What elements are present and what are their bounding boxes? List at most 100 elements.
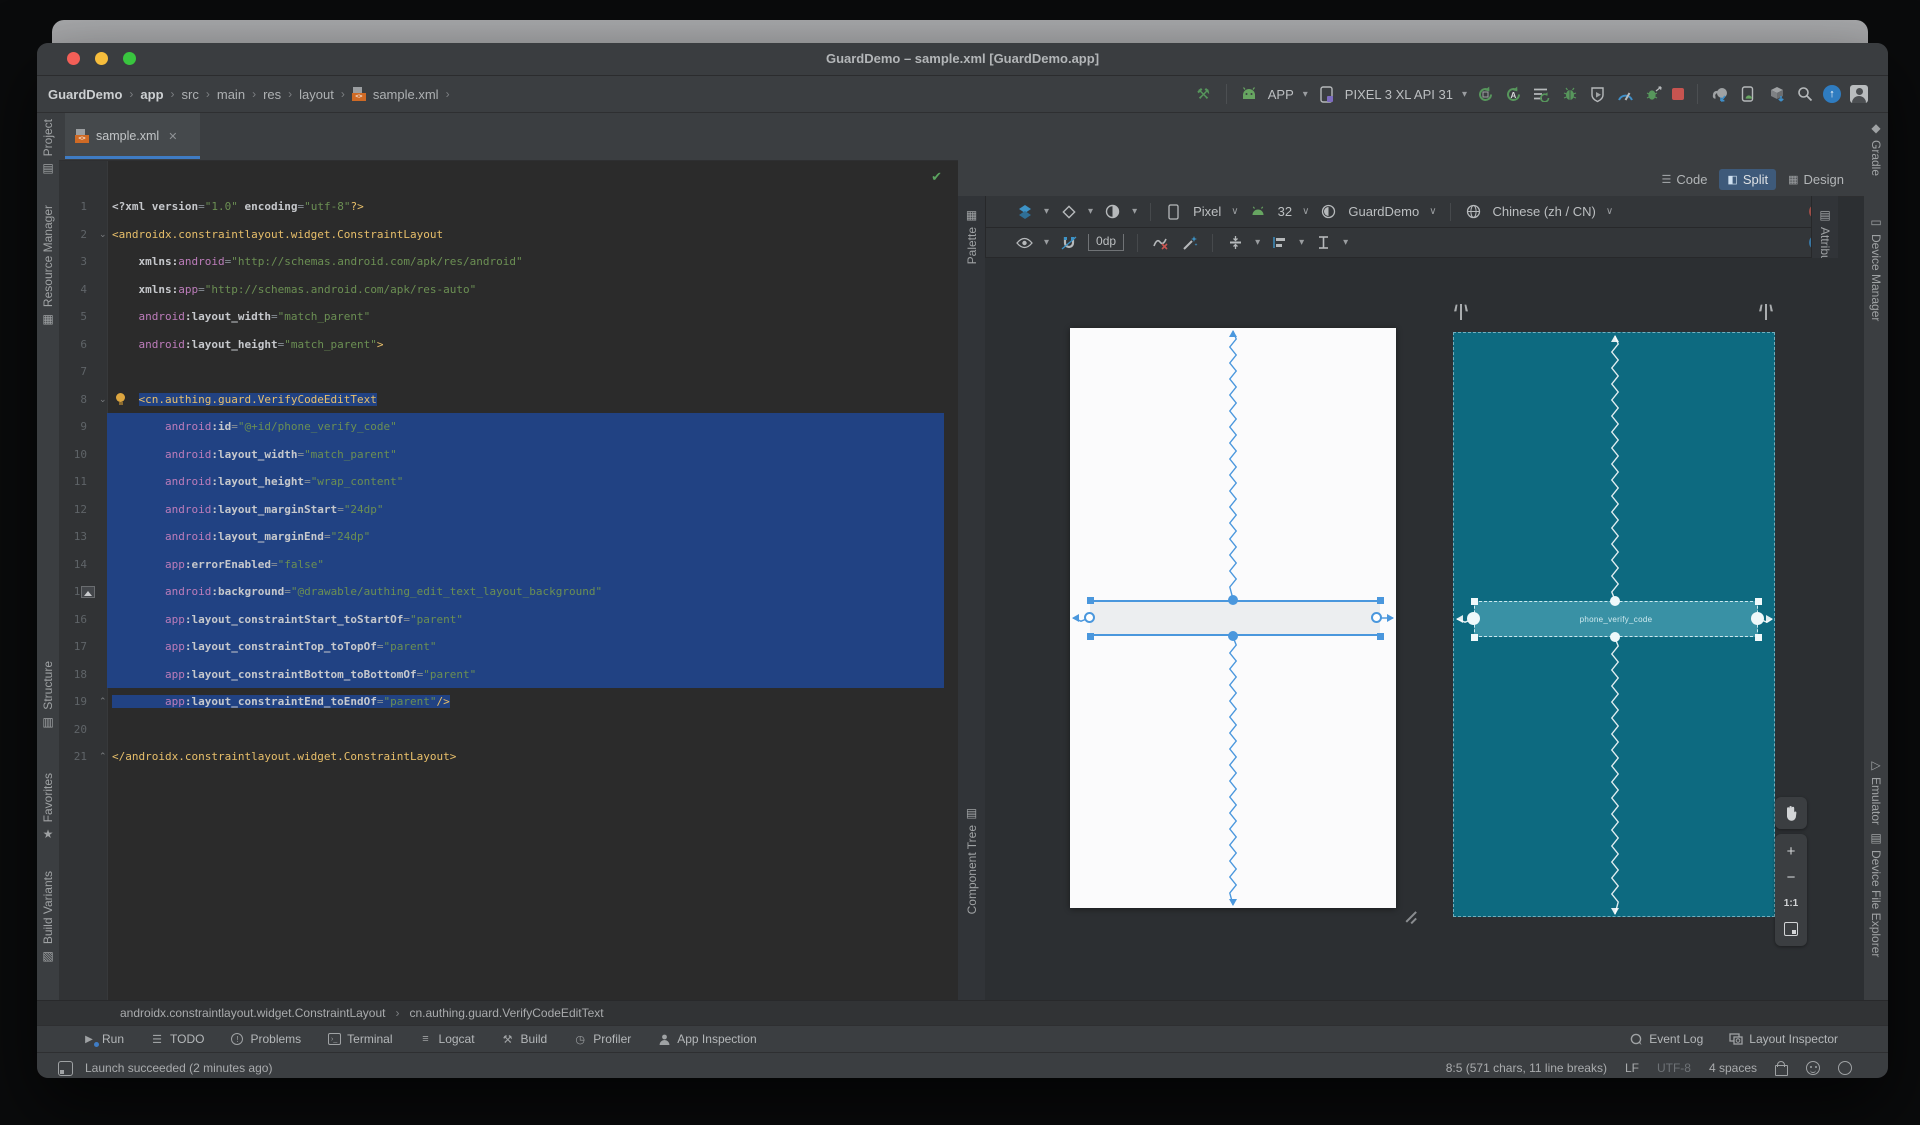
chevron-down-icon[interactable]: ∨ [1302, 206, 1309, 217]
blueprint-phone[interactable]: phone_verify_code [1453, 332, 1775, 917]
sdk-manager-icon[interactable] [1767, 85, 1786, 104]
pan-hand-button[interactable] [1775, 797, 1807, 829]
run-with-profile-icon[interactable] [1532, 85, 1551, 104]
chevron-down-icon[interactable]: ∨ [1606, 206, 1613, 217]
pack-icon[interactable] [1226, 233, 1245, 252]
sidebar-item-device-manager[interactable]: ▭ Device Manager [1864, 215, 1888, 321]
toolwindow-build[interactable]: ⚒ Build [501, 1032, 548, 1046]
clear-constraints-icon[interactable] [1151, 233, 1170, 252]
toolwindow-terminal[interactable]: ›_ Terminal [327, 1032, 393, 1046]
sidebar-item-device-file-explorer[interactable]: ▤ Device File Explorer [1864, 831, 1888, 957]
api-level-select[interactable]: 32 [1278, 204, 1292, 219]
resize-handle[interactable] [1754, 633, 1762, 641]
chevron-down-icon[interactable]: ▾ [1462, 89, 1467, 100]
toolwindow-app-inspection[interactable]: App Inspection [657, 1032, 757, 1046]
indent-indicator[interactable]: 4 spaces [1709, 1061, 1757, 1075]
view-mode-split[interactable]: ◧ Split [1719, 169, 1777, 190]
build-hammer-icon[interactable]: ⚒ [1194, 85, 1213, 104]
code-line[interactable]: 4 xmlns:app="http://schemas.android.com/… [59, 276, 958, 304]
infer-constraints-icon[interactable] [1180, 233, 1199, 252]
chevron-down-icon[interactable]: ▾ [1044, 206, 1049, 217]
line-number[interactable]: 5 [59, 303, 87, 331]
code-line[interactable]: 19 ⌃ app:layout_constraintEnd_toEndOf="pa… [59, 688, 958, 716]
tab-sample-xml[interactable]: sample.xml ✕ [65, 113, 200, 159]
line-ending-indicator[interactable]: LF [1625, 1061, 1639, 1075]
line-number[interactable]: 10 [59, 441, 87, 469]
line-number[interactable]: 8 [59, 386, 87, 414]
device-type-select[interactable]: Pixel [1193, 204, 1221, 219]
fold-marker-icon[interactable]: ⌃ [99, 743, 107, 771]
toolwindow-layout-inspector[interactable]: Layout Inspector [1729, 1032, 1838, 1046]
run-configuration-select[interactable]: APP [1268, 87, 1294, 102]
code-line[interactable]: 8 ⌄ <cn.authing.guard.VerifyCodeEditText [59, 386, 958, 414]
profiler-icon[interactable] [1616, 85, 1635, 104]
sync-gradle-icon[interactable] [1711, 85, 1730, 104]
code-line[interactable]: 21 ⌃ </androidx.constraintlayout.widget.Co… [59, 743, 958, 771]
search-everywhere-icon[interactable] [1795, 85, 1814, 104]
code-line[interactable]: 10 android:layout_width="match_parent" [59, 440, 958, 469]
resize-handle[interactable] [1376, 596, 1384, 604]
code-line[interactable]: 1 <?xml version="1.0" encoding="utf-8"?> [59, 193, 958, 221]
chevron-down-icon[interactable]: ▾ [1303, 89, 1308, 100]
resize-handle[interactable] [1470, 633, 1478, 641]
breadcrumb-item[interactable]: main [217, 87, 245, 102]
breadcrumb-item[interactable]: GuardDemo [48, 87, 122, 102]
fold-marker-icon[interactable]: ⌄ [99, 386, 107, 414]
chevron-down-icon[interactable]: ▾ [1343, 237, 1348, 248]
code-line[interactable]: 9 android:id="@+id/phone_verify_code" [59, 413, 958, 441]
line-number[interactable]: 1 [59, 193, 87, 221]
code-line[interactable]: 18 app:layout_constraintBottom_toBottomO… [59, 660, 958, 689]
chevron-down-icon[interactable]: ▾ [1132, 206, 1137, 217]
line-number[interactable]: 17 [59, 633, 87, 661]
align-icon[interactable] [1270, 233, 1289, 252]
zoom-in-button[interactable]: + [1775, 838, 1807, 864]
design-canvas[interactable]: phone_verify_code + − 1:1 [985, 258, 1838, 1000]
toolwindow-problems[interactable]: ! Problems [230, 1032, 301, 1046]
code-line[interactable]: 3 xmlns:android="http://schemas.android.… [59, 248, 958, 276]
constraint-anchor[interactable] [1228, 595, 1238, 605]
sidebar-item-build-variants[interactable]: Build Variants ▧ [37, 871, 59, 963]
view-mode-design[interactable]: ▦ Design [1780, 169, 1852, 190]
line-number[interactable]: 13 [59, 523, 87, 551]
chevron-down-icon[interactable]: ▾ [1299, 237, 1304, 248]
toolwindow-toggle-icon[interactable] [58, 1060, 73, 1076]
toolwindow-profiler[interactable]: ◷ Profiler [573, 1032, 631, 1046]
code-line[interactable]: 13 android:layout_marginEnd="24dp" [59, 523, 958, 551]
constraint-anchor[interactable] [1751, 612, 1764, 625]
chevron-down-icon[interactable]: ▾ [1255, 237, 1260, 248]
update-available-icon[interactable]: ↑ [1823, 85, 1841, 103]
breadcrumb-item[interactable]: src [182, 87, 199, 102]
constraint-anchor[interactable] [1371, 612, 1382, 623]
line-number[interactable]: 7 [59, 358, 87, 386]
zoom-out-button[interactable]: − [1775, 864, 1807, 890]
close-tab-icon[interactable]: ✕ [168, 130, 177, 143]
attach-debugger-icon[interactable] [1644, 85, 1663, 104]
encoding-indicator[interactable]: UTF-8 [1657, 1061, 1691, 1075]
default-margin-select[interactable]: 0dp [1088, 234, 1125, 251]
sidebar-item-emulator[interactable]: ▷ Emulator [1864, 758, 1888, 825]
constraint-anchor[interactable] [1467, 612, 1480, 625]
code-line[interactable]: 7 [59, 358, 958, 386]
toolwindow-run[interactable]: ▶ Run [82, 1032, 124, 1047]
breadcrumb-item[interactable]: app [140, 87, 163, 102]
apply-changes-icon[interactable] [1476, 85, 1495, 104]
constraint-anchor[interactable] [1228, 631, 1238, 641]
chevron-down-icon[interactable]: ∨ [1429, 206, 1436, 217]
run-with-coverage-icon[interactable] [1588, 85, 1607, 104]
code-line[interactable]: 12 android:layout_marginStart="24dp" [59, 495, 958, 523]
resize-handle[interactable] [1086, 632, 1094, 640]
code-line[interactable]: 11 android:layout_height="wrap_content" [59, 468, 958, 496]
sidebar-item-project[interactable]: Project ▤ [37, 119, 59, 175]
fold-marker-icon[interactable]: ⌄ [99, 221, 107, 249]
constraint-anchor[interactable] [1610, 632, 1620, 642]
intention-bulb-icon[interactable] [116, 392, 125, 405]
breadcrumb-item[interactable]: cn.authing.guard.VerifyCodeEditText [410, 1006, 604, 1020]
line-number[interactable]: 19 [59, 688, 87, 716]
code-line[interactable]: 5 android:layout_width="match_parent" [59, 303, 958, 331]
sidebar-item-structure[interactable]: Structure ▥ [37, 661, 59, 729]
debug-icon[interactable] [1560, 85, 1579, 104]
line-number[interactable]: 4 [59, 276, 87, 304]
line-number[interactable]: 18 [59, 661, 87, 689]
caret-position[interactable]: 8:5 (571 chars, 11 line breaks) [1446, 1061, 1607, 1075]
sidebar-item-gradle[interactable]: ◆ Gradle [1864, 121, 1888, 176]
